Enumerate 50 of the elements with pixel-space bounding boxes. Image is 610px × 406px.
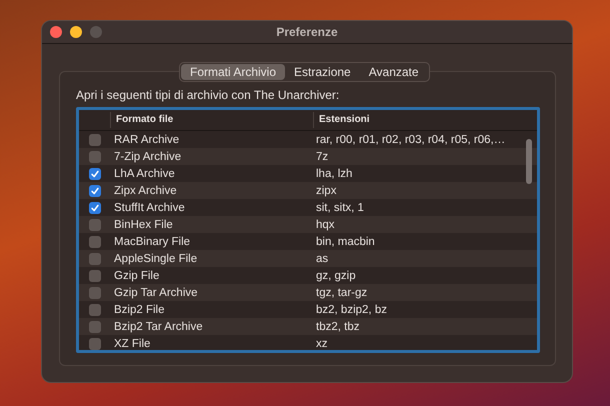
table-cell-text: Gzip Tar Archive xyxy=(113,286,199,298)
scrollbar-thumb[interactable] xyxy=(526,139,532,184)
checkbox[interactable] xyxy=(88,236,100,248)
tab[interactable]: Estrazione xyxy=(285,64,360,80)
checkbox[interactable] xyxy=(88,168,100,180)
table-cell-text: RAR Archive xyxy=(113,134,180,146)
minimize-button[interactable] xyxy=(70,26,82,38)
checkbox[interactable] xyxy=(88,202,100,214)
table-cell-text: rar, r00, r01, r02, r03, r04, r05, r06,… xyxy=(315,134,506,146)
table-cell-text: tgz, tar-gz xyxy=(315,286,368,298)
table-cell-text: 7z xyxy=(315,150,330,162)
table-cell-text: sit, sitx, 1 xyxy=(315,202,365,214)
table-cell-text: LhA Archive xyxy=(113,168,176,180)
zoom-button[interactable] xyxy=(90,26,102,38)
table-cell-text: hqx xyxy=(315,218,336,230)
checkbox[interactable] xyxy=(88,320,100,332)
table-cell-text: 7-Zip Archive xyxy=(113,150,182,162)
close-button[interactable] xyxy=(50,26,62,38)
column-header[interactable]: Estensioni xyxy=(313,112,537,128)
table-cell-text: as xyxy=(315,252,330,264)
column-header[interactable]: Formato file xyxy=(110,112,313,128)
table-cell-text: MacBinary File xyxy=(113,236,192,248)
tab[interactable]: Avanzate xyxy=(360,64,428,80)
checkbox[interactable] xyxy=(88,150,100,162)
table-cell-text: Zipx Archive xyxy=(113,184,178,196)
table-cell-text: bz2, bzip2, bz xyxy=(315,304,388,316)
table-cell-text: StuffIt Archive xyxy=(113,202,186,214)
table-cell-text: AppleSingle File xyxy=(113,252,198,264)
tab[interactable]: Formati Archivio xyxy=(181,64,286,80)
checkbox[interactable] xyxy=(88,270,100,282)
checkbox[interactable] xyxy=(88,252,100,264)
checkbox[interactable] xyxy=(88,286,100,298)
window-title: Preferenze xyxy=(276,25,338,39)
table-cell-text: BinHex File xyxy=(113,218,174,230)
table-cell-text: tbz2, tbz xyxy=(315,320,360,332)
intro-text: Apri i seguenti tipi di archivio con The Unarchiver: xyxy=(76,88,340,102)
table-cell-text: zipx xyxy=(315,184,338,196)
table-cell-text: Bzip2 Tar Archive xyxy=(113,320,204,332)
table-cell-text: lha, lzh xyxy=(315,168,354,180)
table-cell-text: bin, macbin xyxy=(315,236,376,248)
table-cell-text: Gzip File xyxy=(113,270,160,282)
table-cell-text: Bzip2 File xyxy=(113,304,166,316)
table-cell-text: xz xyxy=(315,338,328,350)
checkbox[interactable] xyxy=(88,304,100,316)
table-cell-text: gz, gzip xyxy=(315,270,357,282)
checkbox[interactable] xyxy=(88,184,100,196)
checkbox[interactable] xyxy=(88,134,100,146)
table-cell-text: XZ File xyxy=(113,338,152,350)
checkbox[interactable] xyxy=(88,218,100,230)
checkbox[interactable] xyxy=(88,338,100,350)
